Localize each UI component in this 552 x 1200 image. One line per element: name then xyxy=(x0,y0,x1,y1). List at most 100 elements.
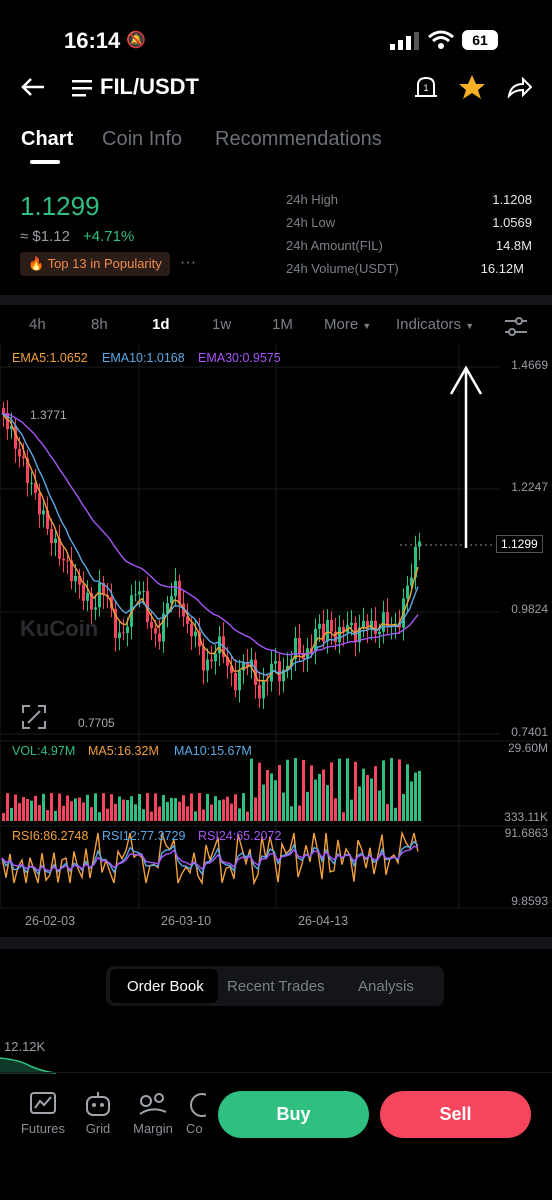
volume-bar xyxy=(250,758,253,821)
menu-list-icon[interactable] xyxy=(72,79,92,97)
candle-body xyxy=(218,636,221,654)
volume-bar xyxy=(102,793,105,821)
back-arrow-icon[interactable] xyxy=(20,76,46,98)
ema30-legend: EMA30:0.9575 xyxy=(198,351,281,365)
candle-body xyxy=(38,492,41,515)
volume-bar xyxy=(242,793,245,821)
candle-body xyxy=(242,662,245,671)
volume-bar xyxy=(182,795,185,821)
share-icon[interactable] xyxy=(506,76,532,98)
candle-body xyxy=(150,621,153,629)
volume-bar xyxy=(50,793,53,821)
volume-bar xyxy=(162,795,165,821)
volume-bar xyxy=(186,806,189,821)
low-annotation: 0.7705 xyxy=(78,716,115,730)
favorite-star-icon[interactable] xyxy=(458,74,486,100)
volume-bar xyxy=(342,812,345,821)
candle-body xyxy=(194,631,197,637)
depth-label: 12.12K xyxy=(4,1039,46,1054)
volume-bar xyxy=(414,772,417,821)
pair-title[interactable]: FIL/USDT xyxy=(100,74,199,100)
volume-bar xyxy=(154,793,157,821)
candle-body xyxy=(278,661,281,682)
volume-bar xyxy=(30,800,33,821)
volume-bar xyxy=(246,811,249,821)
tab-coin-info[interactable]: Coin Info xyxy=(102,128,182,151)
rsi12-legend: RSI12:77.3729 xyxy=(102,829,186,843)
volume-bar xyxy=(190,793,193,821)
candle-body xyxy=(362,620,365,628)
price-axis-label: 1.4669 xyxy=(511,358,548,372)
volume-bar xyxy=(350,799,353,821)
tab-recent-trades[interactable]: Recent Trades xyxy=(227,978,325,995)
dock-label: Futures xyxy=(20,1121,66,1136)
volume-bar xyxy=(334,798,337,821)
volume-bar xyxy=(390,758,393,821)
last-price: 1.1299 xyxy=(20,191,100,221)
volume-bar xyxy=(302,759,305,821)
more-timeframes-button[interactable]: More ▼ xyxy=(324,316,371,333)
stat-label: 24h Amount(FIL) xyxy=(286,238,383,253)
active-tab-indicator xyxy=(30,160,60,164)
timeframe-4h[interactable]: 4h xyxy=(29,316,46,333)
rsi6-legend: RSI6:86.2748 xyxy=(12,829,89,843)
dock-copy[interactable]: Co xyxy=(176,1092,208,1136)
volume-bar xyxy=(278,764,281,821)
sell-button[interactable]: Sell xyxy=(380,1091,531,1138)
candle-body xyxy=(134,594,137,596)
volume-bar xyxy=(98,812,101,821)
volume-bar xyxy=(158,806,161,821)
candle-body xyxy=(206,659,209,671)
volume-bar xyxy=(266,770,269,821)
timeframe-1m[interactable]: 1M xyxy=(272,316,293,333)
tab-order-book[interactable]: Order Book xyxy=(127,978,204,995)
price-alert-icon[interactable]: 1 xyxy=(414,74,438,100)
ema10-legend: EMA10:1.0168 xyxy=(102,351,185,365)
ema5-legend: EMA5:1.0652 xyxy=(12,351,88,365)
timeframe-1w[interactable]: 1w xyxy=(212,316,231,333)
candle-body xyxy=(174,580,177,597)
popularity-badge[interactable]: 🔥 Top 13 in Popularity xyxy=(20,252,170,276)
volume-bar xyxy=(34,795,37,821)
tab-recommendations[interactable]: Recommendations xyxy=(215,128,382,151)
volume-bar xyxy=(142,809,145,821)
tab-analysis[interactable]: Analysis xyxy=(358,978,414,995)
volume-bar xyxy=(378,790,381,821)
volume-bar xyxy=(306,791,309,821)
volume-bar xyxy=(370,778,373,821)
volume-bar xyxy=(262,784,265,821)
volume-bar xyxy=(42,793,45,821)
timeframe-1d[interactable]: 1d xyxy=(152,316,170,333)
rsi24-legend: RSI24:65.2072 xyxy=(198,829,282,843)
candle-body xyxy=(98,583,101,608)
price-axis-label: 1.2247 xyxy=(511,480,548,494)
price-axis-label: 0.7401 xyxy=(511,725,548,739)
chart-settings-icon[interactable] xyxy=(504,316,528,338)
volume-bar xyxy=(398,759,401,821)
candle-body xyxy=(298,637,301,654)
indicators-button[interactable]: Indicators ▼ xyxy=(396,316,474,333)
candle-body xyxy=(238,670,241,691)
volume-bar xyxy=(418,770,421,821)
candle-body xyxy=(50,528,53,543)
volume-bar xyxy=(218,800,221,821)
timeframe-8h[interactable]: 8h xyxy=(91,316,108,333)
tab-chart[interactable]: Chart xyxy=(21,128,73,151)
candle-body xyxy=(330,620,333,632)
volume-bar xyxy=(354,761,357,821)
dropdown-caret-icon: ▼ xyxy=(362,321,372,331)
fullscreen-icon[interactable] xyxy=(22,705,46,729)
candle-body xyxy=(178,580,181,604)
buy-button[interactable]: Buy xyxy=(218,1091,369,1138)
volume-bar xyxy=(290,806,293,821)
volume-bar xyxy=(362,768,365,821)
price-axis-label: 0.9824 xyxy=(511,602,548,616)
candle-body xyxy=(214,653,217,662)
volume-bar xyxy=(358,786,361,821)
volume-bar xyxy=(346,758,349,821)
volume-bar xyxy=(150,811,153,821)
more-dots[interactable]: ··· xyxy=(180,254,196,272)
dock-label: Co xyxy=(186,1121,203,1136)
candle-body xyxy=(22,456,25,459)
x-axis-label: 26-03-10 xyxy=(161,914,212,928)
